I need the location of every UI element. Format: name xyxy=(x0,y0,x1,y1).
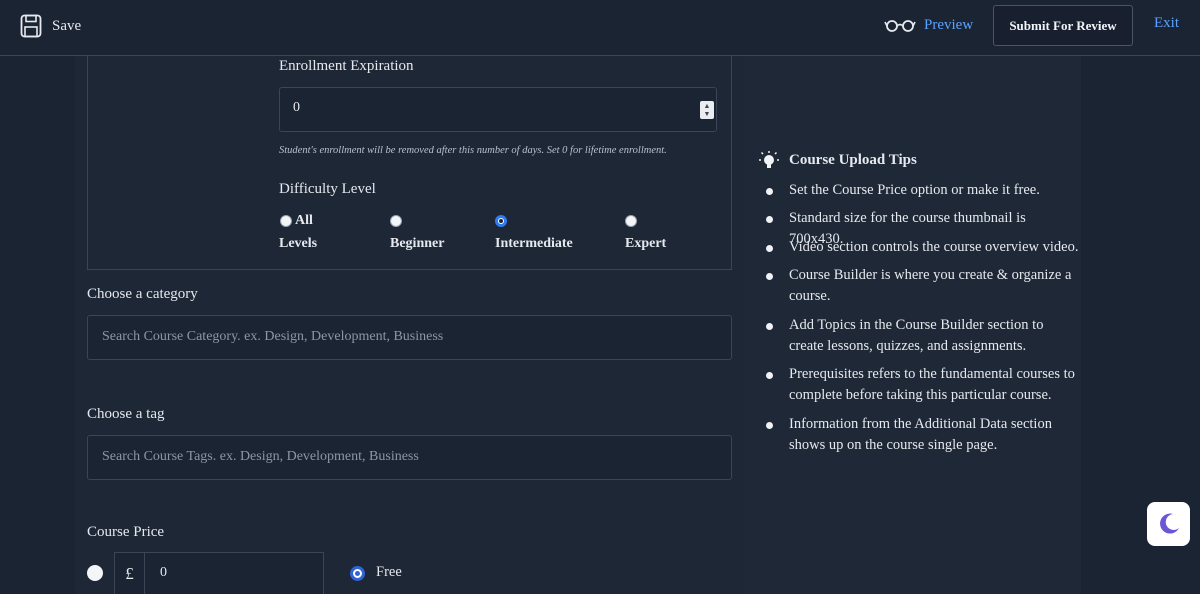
save-button[interactable]: Save xyxy=(20,12,81,40)
tag-placeholder: Search Course Tags. ex. Design, Developm… xyxy=(102,449,419,464)
floppy-disk-icon xyxy=(20,14,42,38)
chevron-up-icon[interactable]: ▲ xyxy=(704,102,711,110)
enrollment-expiration-value: 0 xyxy=(293,100,300,115)
free-price-radio[interactable] xyxy=(350,566,365,581)
exit-button[interactable]: Exit xyxy=(1154,15,1179,32)
preview-label: Preview xyxy=(924,16,974,33)
difficulty-option-label: Intermediate xyxy=(495,236,573,251)
difficulty-radio-intermediate[interactable] xyxy=(495,215,507,227)
tip-item: Set the Course Price option or make it f… xyxy=(789,182,1040,198)
difficulty-radio-all-levels[interactable] xyxy=(280,215,292,227)
tip-item: Information from the Additional Data sec… xyxy=(789,416,1052,453)
paid-price-radio[interactable] xyxy=(87,565,103,581)
bullet-icon xyxy=(766,216,773,223)
course-price-value: 0 xyxy=(160,565,167,580)
bullet-icon xyxy=(766,273,773,280)
difficulty-radio-beginner[interactable] xyxy=(390,215,402,227)
category-search-input[interactable]: Search Course Category. ex. Design, Deve… xyxy=(87,315,732,360)
lightbulb-icon xyxy=(759,151,779,168)
tips-title: Course Upload Tips xyxy=(789,152,917,168)
difficulty-option-label: Expert xyxy=(625,236,667,251)
difficulty-option-label: Levels xyxy=(279,236,318,251)
enrollment-expiration-label: Enrollment Expiration xyxy=(279,58,414,74)
course-price-label: Course Price xyxy=(87,524,165,540)
difficulty-level-label: Difficulty Level xyxy=(279,181,376,197)
course-price-input[interactable]: £ 0 xyxy=(114,552,324,594)
tip-item: Course Builder is where you create & org… xyxy=(789,267,1072,304)
category-label: Choose a category xyxy=(87,286,198,302)
bullet-icon xyxy=(766,422,773,429)
bullet-icon xyxy=(766,372,773,379)
enrollment-help-text: Student's enrollment will be removed aft… xyxy=(279,145,667,156)
category-placeholder: Search Course Category. ex. Design, Deve… xyxy=(102,329,444,344)
free-label: Free xyxy=(376,564,402,580)
tag-search-input[interactable]: Search Course Tags. ex. Design, Developm… xyxy=(87,435,732,480)
chevron-down-icon[interactable]: ▼ xyxy=(704,110,711,118)
tip-item: Prerequisites refers to the fundamental … xyxy=(789,366,1075,403)
bullet-icon xyxy=(766,245,773,252)
submit-for-review-button[interactable]: Submit For Review xyxy=(993,5,1133,46)
tip-item: Video section controls the course overvi… xyxy=(789,239,1079,255)
bullet-icon xyxy=(766,188,773,195)
tip-item: Add Topics in the Course Builder section… xyxy=(789,317,1044,354)
top-toolbar: Save Preview Submit For Review Exit xyxy=(0,0,1200,56)
difficulty-option-label: All xyxy=(295,213,313,228)
currency-symbol: £ xyxy=(115,553,145,594)
tag-label: Choose a tag xyxy=(87,406,165,422)
moon-icon xyxy=(1159,513,1179,534)
number-spinner[interactable]: ▲ ▼ xyxy=(700,101,714,119)
enrollment-expiration-input[interactable]: 0 ▲ ▼ xyxy=(279,87,717,132)
save-label: Save xyxy=(52,17,82,34)
preview-button[interactable]: Preview xyxy=(884,14,973,36)
dark-mode-toggle[interactable] xyxy=(1147,502,1190,546)
difficulty-radio-expert[interactable] xyxy=(625,215,637,227)
bullet-icon xyxy=(766,323,773,330)
glasses-icon xyxy=(884,20,916,32)
difficulty-option-label: Beginner xyxy=(390,236,445,251)
